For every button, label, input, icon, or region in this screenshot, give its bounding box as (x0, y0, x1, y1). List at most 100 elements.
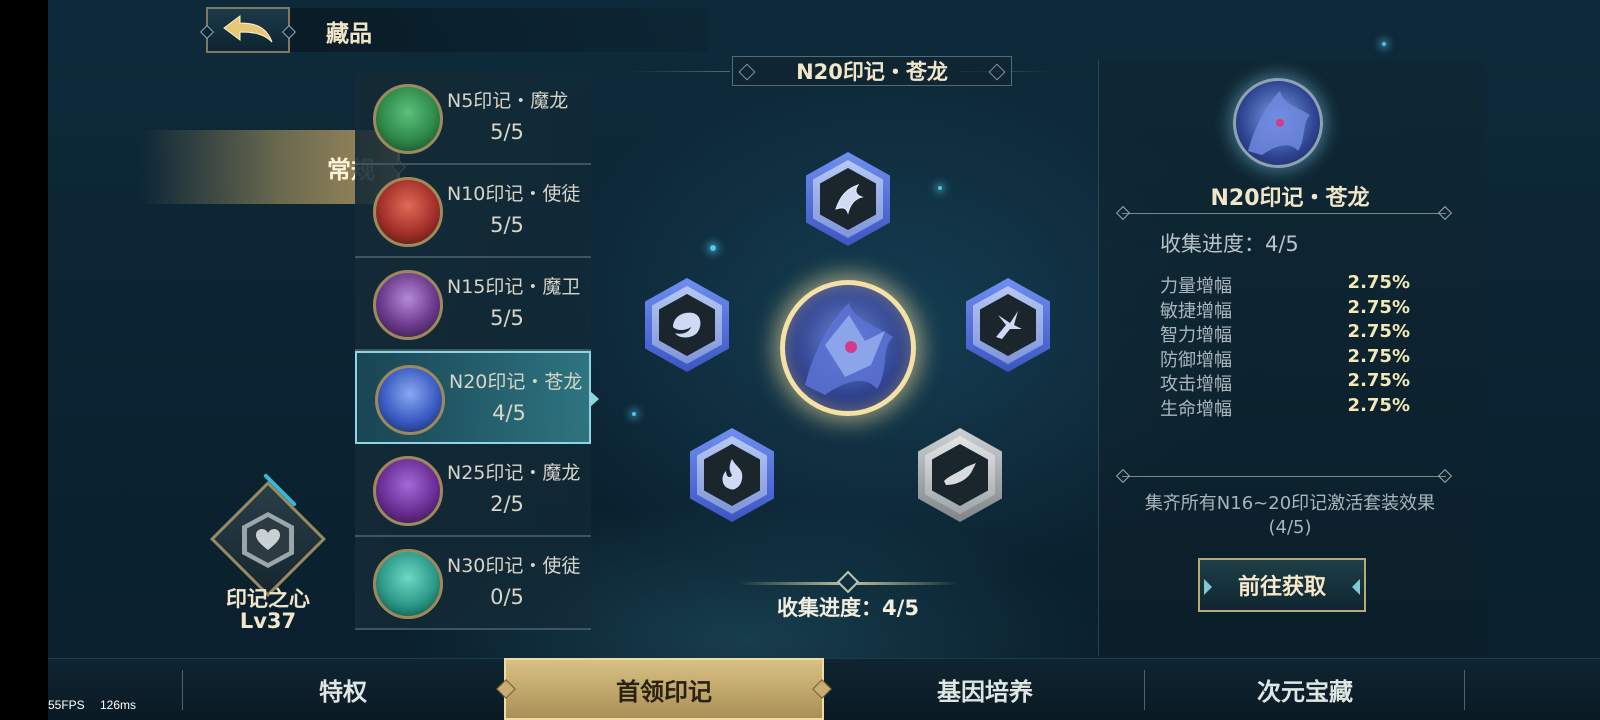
mark-name: N30印记・使徒 (447, 555, 581, 577)
back-button[interactable] (206, 7, 290, 53)
stat-row: 生命增幅 2.75% (1160, 395, 1410, 420)
mark-avatar-icon (375, 365, 445, 435)
tab-label: 基因培养 (937, 676, 1033, 706)
mark-avatar-icon (373, 84, 443, 154)
dragon-body-icon (673, 312, 701, 338)
stat-value: 2.75% (1347, 345, 1410, 367)
mark-count: 5/5 (490, 120, 524, 144)
slot-top[interactable] (806, 152, 890, 246)
stat-row: 敏捷增幅 2.75% (1160, 297, 1410, 322)
heart-icon (256, 529, 280, 550)
info-mark-name: N20印记・苍龙 (1210, 186, 1370, 211)
center-title: N20印记・苍龙 (796, 60, 948, 84)
stat-name: 力量增幅 (1160, 276, 1232, 297)
mark-name: N10印记・使徒 (447, 183, 581, 205)
dragon-portrait-icon (1248, 91, 1310, 155)
stats-table: 力量增幅 2.75% 敏捷增幅 2.75% 智力增幅 2.75% 防御增幅 2.… (1160, 272, 1410, 420)
mark-list-item-selected[interactable]: N20印记・苍龙 4/5 (355, 351, 599, 444)
dragon-portrait-icon (805, 303, 893, 395)
sparkle (938, 186, 942, 190)
mark-list-item[interactable]: N25印记・魔龙 2/5 (355, 444, 591, 537)
stat-name: 攻击增幅 (1160, 374, 1232, 396)
sparkle (710, 245, 716, 251)
tab-privilege[interactable]: 特权 (184, 658, 502, 720)
tab-label: 特权 (319, 676, 367, 706)
mark-count: 2/5 (490, 492, 524, 516)
heart-frame-inner (247, 517, 289, 563)
dragon-tail-icon (944, 463, 976, 485)
goto-obtain-label: 前往获取 (1237, 575, 1326, 600)
stat-name: 敏捷增幅 (1160, 300, 1232, 322)
mark-avatar-icon (373, 549, 443, 619)
mark-list-item[interactable]: N5印记・魔龙 5/5 (355, 72, 591, 165)
tab-gene-cultivation[interactable]: 基因培养 (826, 658, 1144, 720)
mark-avatar-icon (373, 177, 443, 247)
heart-frame (242, 512, 294, 568)
mark-name: N20印记・苍龙 (449, 371, 583, 393)
stat-value: 2.75% (1347, 272, 1410, 293)
title-line-left (630, 71, 730, 72)
mark-avatar-icon (373, 270, 443, 340)
back-arrow-icon (223, 15, 273, 43)
mark-name: N5印记・魔龙 (447, 90, 569, 112)
tab-boss-marks[interactable]: 首领印记 (504, 658, 824, 720)
info-progress: 收集进度：4/5 (1160, 232, 1299, 256)
mark-count: 0/5 (490, 585, 524, 609)
slot-bottom-right[interactable] (918, 428, 1002, 522)
stat-value: 2.75% (1347, 370, 1410, 392)
stat-value: 2.75% (1347, 394, 1410, 416)
info-divider-bottom (1122, 476, 1446, 477)
set-effect-text: 集齐所有N16~20印记激活套装效果 (4/5) (1110, 492, 1470, 540)
info-mark-avatar (1233, 78, 1323, 168)
dragon-claw-icon (996, 311, 1022, 339)
nav-separator (1464, 670, 1465, 710)
stat-value: 2.75% (1347, 296, 1410, 318)
heart-label: 印记之心 Lv37 (213, 588, 323, 632)
slot-right[interactable] (966, 278, 1050, 372)
nav-separator (1144, 670, 1145, 710)
set-effect-line1: 集齐所有N16~20印记激活套装效果 (1144, 493, 1436, 514)
slot-bottom-left[interactable] (690, 428, 774, 522)
mark-list-item[interactable]: N15印记・魔卫 5/5 (355, 258, 591, 351)
tab-label: 首领印记 (616, 676, 712, 706)
mark-name: N15印记・魔卫 (447, 276, 581, 298)
nav-separator (182, 670, 183, 710)
heart-level: Lv37 (239, 609, 297, 633)
slot-left[interactable] (645, 278, 729, 372)
sparkle (632, 412, 636, 416)
stat-row: 智力增幅 2.75% (1160, 321, 1410, 346)
left-black-bar (0, 0, 48, 720)
info-divider-top (1122, 213, 1446, 214)
page-title: 藏品 (326, 20, 372, 47)
fps-counter: 55FPS (48, 698, 85, 712)
stat-value: 2.75% (1347, 321, 1410, 343)
dragon-flame-icon (722, 459, 743, 490)
mark-avatar-icon (373, 456, 443, 526)
stat-name: 生命增幅 (1160, 398, 1232, 420)
mark-list-item[interactable]: N10印记・使徒 5/5 (355, 165, 591, 258)
sparkle (1382, 42, 1386, 46)
mark-list: N5印记・魔龙 5/5 N10印记・使徒 5/5 N15印记・魔卫 5/5 N2… (355, 72, 599, 630)
tab-dimension-treasure[interactable]: 次元宝藏 (1146, 658, 1464, 720)
center-mark-portrait[interactable] (780, 280, 916, 416)
stat-row: 防御增幅 2.75% (1160, 346, 1410, 371)
latency-counter: 126ms (100, 698, 137, 712)
mark-count: 4/5 (492, 401, 526, 425)
progress-ornament (738, 582, 958, 585)
dragon-head-icon (835, 184, 864, 215)
goto-obtain-button[interactable]: 前往获取 (1198, 558, 1366, 612)
mark-count: 5/5 (490, 306, 524, 330)
mark-count: 5/5 (490, 213, 524, 237)
stat-name: 防御增幅 (1160, 349, 1232, 371)
mark-list-item[interactable]: N30印记・使徒 0/5 (355, 537, 591, 630)
center-title-frame: N20印记・苍龙 (732, 56, 1012, 86)
mark-name: N25印记・魔龙 (447, 462, 581, 484)
heart-badge-inner (240, 512, 296, 568)
stat-row: 攻击增幅 2.75% (1160, 370, 1410, 395)
set-effect-line2: (4/5) (1268, 517, 1312, 538)
stat-name: 智力增幅 (1160, 325, 1232, 347)
heart-title: 印记之心 (226, 587, 310, 611)
stat-row: 力量增幅 2.75% (1160, 272, 1410, 297)
center-progress: 收集进度：4/5 (777, 596, 919, 620)
tab-label: 次元宝藏 (1257, 676, 1353, 706)
